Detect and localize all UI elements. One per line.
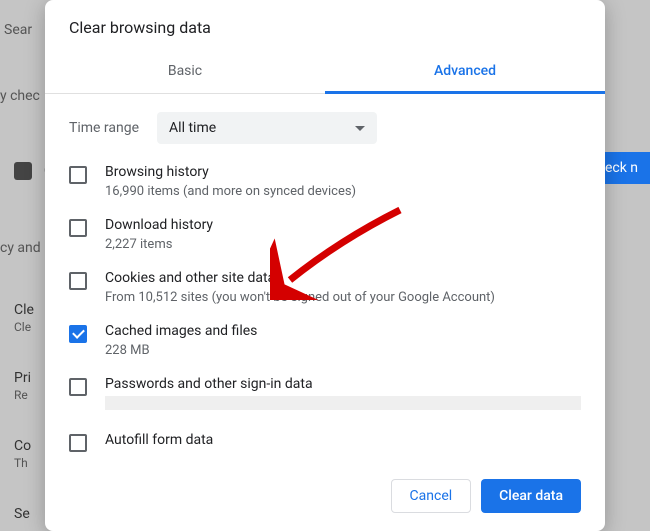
dialog-footer: Cancel Clear data bbox=[45, 465, 605, 531]
bg-item: Se bbox=[14, 506, 30, 522]
option-subtitle: 228 MB bbox=[105, 343, 581, 358]
bg-sub: Re bbox=[14, 388, 28, 402]
bg-item: Cle bbox=[14, 302, 34, 318]
bg-sub: Cle bbox=[14, 320, 31, 334]
tab-basic[interactable]: Basic bbox=[45, 51, 325, 93]
checkbox-autofill[interactable] bbox=[69, 434, 87, 452]
cancel-button[interactable]: Cancel bbox=[391, 479, 472, 513]
option-title: Cookies and other site data bbox=[105, 270, 581, 286]
option-title: Cached images and files bbox=[105, 323, 581, 339]
option-text: Cached images and files 228 MB bbox=[105, 323, 581, 358]
option-text: Browsing history 16,990 items (and more … bbox=[105, 164, 581, 199]
option-text: Passwords and other sign-in data bbox=[105, 376, 581, 414]
clear-browsing-data-dialog: Clear browsing data Basic Advanced Time … bbox=[45, 0, 605, 531]
option-title: Browsing history bbox=[105, 164, 581, 180]
option-autofill: Autofill form data bbox=[69, 432, 581, 452]
option-download-history: Download history 2,227 items bbox=[69, 217, 581, 252]
bg-cy-label: cy and bbox=[0, 240, 41, 256]
time-range-label: Time range bbox=[69, 120, 139, 136]
option-passwords: Passwords and other sign-in data bbox=[69, 376, 581, 414]
option-cached-images: Cached images and files 228 MB bbox=[69, 323, 581, 358]
time-range-select[interactable]: All time bbox=[157, 112, 377, 144]
option-cookies: Cookies and other site data From 10,512 … bbox=[69, 270, 581, 305]
option-subtitle: 16,990 items (and more on synced devices… bbox=[105, 184, 581, 199]
option-subtitle: From 10,512 sites (you won't be signed o… bbox=[105, 290, 581, 305]
dropdown-caret-icon bbox=[355, 126, 365, 131]
clear-data-button[interactable]: Clear data bbox=[481, 479, 581, 513]
bg-sub: Th bbox=[14, 456, 28, 470]
dialog-content: Time range All time Browsing history 16,… bbox=[45, 94, 605, 465]
option-browsing-history: Browsing history 16,990 items (and more … bbox=[69, 164, 581, 199]
option-title: Passwords and other sign-in data bbox=[105, 376, 581, 392]
option-text: Download history 2,227 items bbox=[105, 217, 581, 252]
time-range-row: Time range All time bbox=[69, 112, 581, 144]
checkbox-download-history[interactable] bbox=[69, 219, 87, 237]
redacted-text bbox=[105, 396, 581, 410]
checkbox-browsing-history[interactable] bbox=[69, 166, 87, 184]
option-subtitle bbox=[105, 396, 581, 414]
dialog-tabs: Basic Advanced bbox=[45, 51, 605, 94]
bg-item: Co bbox=[14, 438, 31, 454]
bg-item: Pri bbox=[14, 370, 31, 386]
checkbox-cookies[interactable] bbox=[69, 272, 87, 290]
tab-advanced[interactable]: Advanced bbox=[325, 51, 605, 93]
option-title: Download history bbox=[105, 217, 581, 233]
option-title: Autofill form data bbox=[105, 432, 581, 448]
time-range-value: All time bbox=[169, 120, 216, 136]
shield-icon bbox=[14, 162, 32, 180]
bg-check-label: y chec bbox=[0, 88, 40, 104]
option-subtitle: 2,227 items bbox=[105, 237, 581, 252]
bg-search-label: Sear bbox=[4, 22, 32, 38]
checkbox-passwords[interactable] bbox=[69, 378, 87, 396]
option-text: Autofill form data bbox=[105, 432, 581, 452]
dialog-title: Clear browsing data bbox=[45, 0, 605, 51]
option-text: Cookies and other site data From 10,512 … bbox=[105, 270, 581, 305]
checkbox-cached-images[interactable] bbox=[69, 325, 87, 343]
